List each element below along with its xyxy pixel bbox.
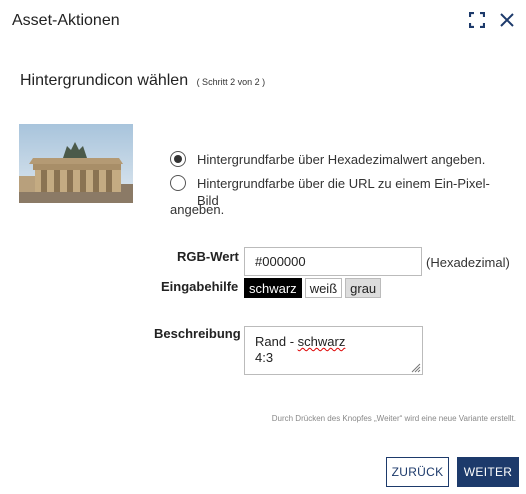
dialog-header: Asset-Aktionen (0, 0, 526, 44)
description-line-2: 4:3 (255, 350, 274, 365)
chip-white[interactable]: weiß (304, 278, 343, 298)
description-line-1: Rand - schwarz (255, 334, 412, 350)
close-icon[interactable] (498, 11, 516, 29)
description-textarea[interactable]: Rand - schwarz 4:3 (244, 326, 423, 375)
step-title: Hintergrundicon wählen ( Schritt 2 von 2… (20, 72, 265, 90)
header-icons (468, 11, 516, 29)
radio-hex[interactable] (170, 151, 186, 167)
asset-thumbnail (19, 124, 133, 203)
color-chips: schwarz weiß grau (244, 278, 382, 298)
info-note: Durch Drücken des Knopfes „Weiter“ wird … (271, 414, 516, 423)
radio-url[interactable] (170, 175, 186, 191)
resize-grip-icon[interactable] (411, 363, 421, 373)
background-options: Hintergrundfarbe über Hexadezimalwert an… (170, 151, 510, 217)
step-title-text: Hintergrundicon wählen (20, 72, 189, 89)
option-url-label: Hintergrundfarbe über die URL zu einem E… (197, 176, 490, 208)
option-hex[interactable]: Hintergrundfarbe über Hexadezimalwert an… (170, 151, 510, 168)
step-subtitle: ( Schritt 2 von 2 ) (196, 77, 266, 87)
description-label: Beschreibung (154, 326, 241, 341)
rgb-label: RGB-Wert (177, 249, 239, 264)
next-button[interactable]: WEITER (457, 457, 519, 487)
back-button[interactable]: ZURÜCK (386, 457, 449, 487)
option-url-label-cont: angeben. (170, 202, 225, 217)
dialog-title: Asset-Aktionen (12, 12, 120, 29)
chip-gray[interactable]: grau (345, 278, 382, 298)
description-text-b: schwarz (297, 334, 346, 349)
help-label: Eingabehilfe (161, 279, 239, 294)
expand-icon[interactable] (468, 11, 486, 29)
chip-black[interactable]: schwarz (244, 278, 302, 298)
rgb-suffix: (Hexadezimal) (426, 255, 510, 270)
rgb-input[interactable]: #000000 (244, 247, 422, 276)
description-text-a: Rand - (255, 334, 298, 349)
option-hex-label: Hintergrundfarbe über Hexadezimalwert an… (197, 152, 486, 167)
